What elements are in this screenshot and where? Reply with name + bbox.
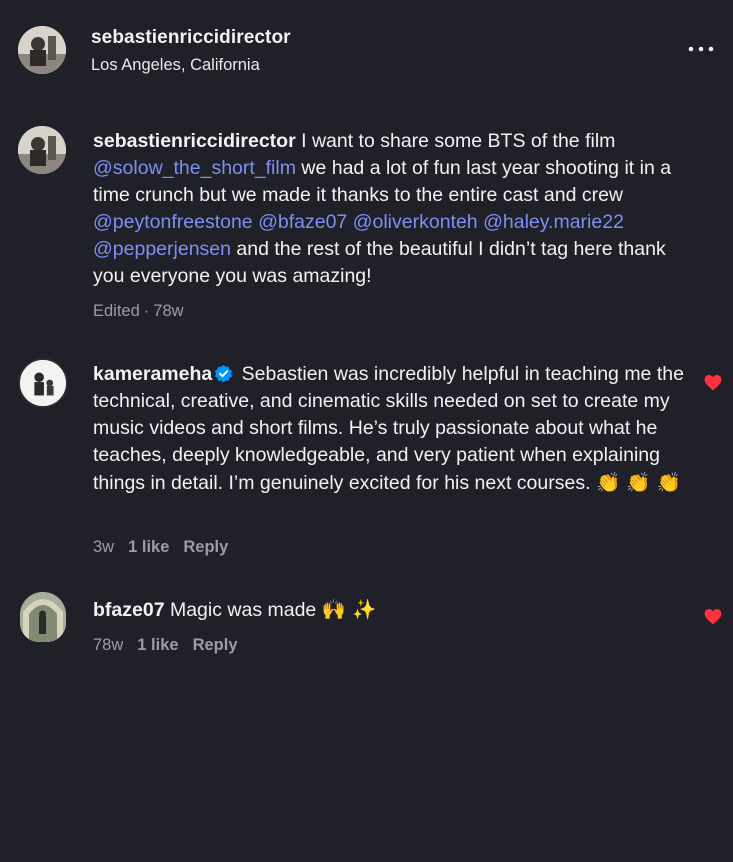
comment-text: bfaze07 Magic was made 🙌 ✨ (93, 596, 693, 624)
author-avatar[interactable] (18, 26, 66, 74)
caption-time[interactable]: 78w (153, 302, 183, 320)
mention-link[interactable]: @peytonfreestone (93, 211, 253, 233)
heart-filled-icon[interactable] (704, 608, 722, 625)
caption-text-part: I want to share some BTS of the film (295, 130, 616, 152)
comment-meta: 3w 1 like Reply (93, 538, 242, 557)
comment-time[interactable]: 3w (93, 538, 114, 556)
avatar-photo-icon (20, 360, 66, 406)
more-options-button[interactable] (686, 40, 716, 58)
clapping-hands-emoji: 👏 👏 👏 (595, 471, 682, 494)
mention-link[interactable]: @haley.marie22 (483, 211, 624, 233)
caption-meta: Edited · 78w (93, 302, 184, 320)
avatar-photo-icon (20, 592, 66, 642)
comment-body: Magic was made (164, 599, 322, 621)
post-location[interactable]: Los Angeles, California (91, 56, 260, 75)
caption-text: sebastienriccidirector I want to share s… (93, 128, 693, 290)
heart-filled-icon[interactable] (704, 374, 722, 391)
commenter-avatar[interactable] (20, 592, 66, 642)
reply-button[interactable]: Reply (183, 538, 228, 556)
comment-username[interactable]: kamerameha (93, 363, 212, 385)
comment-likes[interactable]: 1 like (128, 538, 169, 556)
comment-meta: 78w 1 like Reply (93, 636, 252, 655)
verified-badge-icon (215, 364, 233, 383)
edited-label: Edited (93, 302, 140, 320)
comment-username[interactable]: bfaze07 (93, 599, 165, 621)
reply-button[interactable]: Reply (193, 636, 238, 654)
more-horizontal-icon (688, 46, 714, 52)
author-username[interactable]: sebastienriccidirector (91, 27, 291, 49)
mention-link[interactable]: @oliverkonteh (353, 211, 478, 233)
caption-username[interactable]: sebastienriccidirector (93, 130, 296, 152)
mention-link[interactable]: @bfaze07 (258, 211, 347, 233)
mention-link[interactable]: @solow_the_short_film (93, 157, 296, 179)
raised-hands-sparkles-emoji: 🙌 ✨ (321, 598, 377, 621)
post-header: sebastienriccidirector Los Angeles, Cali… (0, 0, 733, 100)
commenter-avatar[interactable] (18, 358, 68, 408)
mention-link[interactable]: @pepperjensen (93, 238, 231, 260)
comment-text: kamerameha Sebastien was incredibly help… (93, 361, 693, 497)
comment-time[interactable]: 78w (93, 636, 123, 654)
comment-likes[interactable]: 1 like (137, 636, 178, 654)
avatar-photo-icon (18, 26, 66, 74)
caption-author-avatar[interactable] (18, 126, 66, 174)
avatar-photo-icon (18, 126, 66, 174)
